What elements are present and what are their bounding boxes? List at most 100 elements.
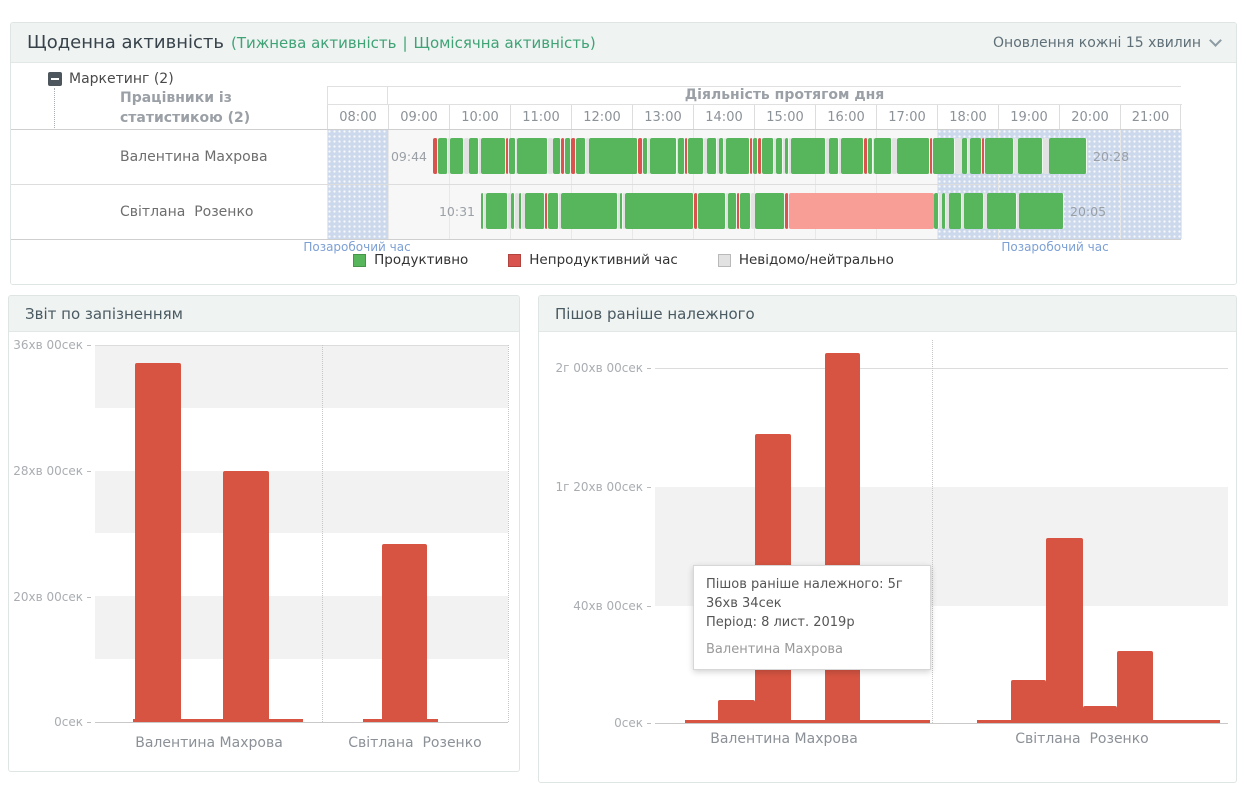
activity-bar[interactable]	[481, 193, 1064, 229]
productive-segment	[740, 193, 751, 229]
productive-segment	[841, 138, 864, 174]
y-tick-label: 1г 20хв 00сек	[539, 480, 643, 494]
chart-bar[interactable]	[1046, 538, 1083, 723]
productive-segment	[553, 138, 561, 174]
productive-segment	[438, 138, 448, 174]
chart-bar[interactable]	[718, 700, 755, 723]
productive-segment	[1019, 193, 1064, 229]
productive-segment	[469, 138, 479, 174]
employee-name: Світлана Розенко	[120, 204, 253, 220]
page-title: Щоденна активність	[27, 32, 224, 53]
productive-segment	[589, 138, 639, 174]
neutral-segment	[1043, 138, 1049, 174]
chart-bar[interactable]	[1117, 651, 1153, 723]
legend-label: Непродуктивний час	[529, 252, 678, 268]
tooltip-value: Пішов раніше належного: 5г 36хв 34сек	[706, 576, 918, 614]
hour-tick-14:00: 14:00	[693, 105, 754, 129]
chart-bar[interactable]	[223, 471, 269, 722]
chart-bar[interactable]	[135, 363, 181, 722]
hour-tick-16:00: 16:00	[815, 105, 876, 129]
clock-out-time: 20:28	[1093, 149, 1129, 164]
paren-close: )	[590, 34, 596, 52]
left-early-report-title: Пішов раніше належного	[555, 305, 755, 323]
refresh-interval-dropdown[interactable]: Оновлення кожні 15 хвилин	[993, 35, 1220, 51]
link-separator: |	[396, 34, 413, 52]
chart-bar[interactable]	[1083, 706, 1117, 723]
daily-activity-header: Щоденна активність (Тижнева активність|Щ…	[11, 23, 1236, 63]
y-tick-label: 20хв 00сек	[9, 590, 83, 604]
group-separator	[508, 345, 509, 722]
refresh-interval-label: Оновлення кожні 15 хвилин	[993, 35, 1201, 51]
group-label[interactable]: Маркетинг (2)	[69, 71, 174, 87]
weekly-activity-link[interactable]: Тижнева активність	[237, 34, 397, 52]
productive-segment	[791, 138, 826, 174]
productive-segment	[987, 193, 1017, 229]
x-axis-line	[655, 723, 1228, 724]
lateness-report-header: Звіт по запізненням	[9, 296, 519, 332]
hour-tick-18:00: 18:00	[937, 105, 998, 129]
productive-segment	[755, 193, 785, 229]
hour-tick-13:00: 13:00	[632, 105, 693, 129]
monthly-activity-link[interactable]: Щомісячна активність	[414, 34, 590, 52]
productive-segment	[726, 138, 749, 174]
productive-segment	[678, 138, 685, 174]
productive-segment	[643, 138, 648, 174]
lateness-report-title: Звіт по запізненням	[25, 305, 183, 323]
productive-segment	[762, 138, 774, 174]
chart-bar[interactable]	[1011, 680, 1046, 723]
y-tick-mark	[87, 722, 91, 723]
y-tick-mark	[647, 487, 651, 488]
productive-segment	[964, 193, 984, 229]
hour-tick-21:00: 21:00	[1120, 105, 1181, 129]
neutral-segment	[955, 138, 962, 174]
productive-segment	[698, 193, 726, 229]
productive-segment	[933, 138, 955, 174]
x-axis-line	[95, 722, 508, 723]
legend-item-u: Невідомо/нейтрально	[718, 252, 894, 268]
chart-tooltip: Пішов раніше належного: 5г 36хв 34сек Пе…	[693, 565, 931, 670]
hour-tick-08:00: 08:00	[327, 105, 388, 129]
hour-tick-17:00: 17:00	[876, 105, 937, 129]
legend-swatch-icon	[353, 254, 366, 267]
clock-in-time: 09:44	[385, 149, 427, 164]
productive-segment	[576, 138, 586, 174]
chevron-down-icon	[1209, 34, 1222, 47]
chart-bar[interactable]	[382, 544, 427, 722]
chart-top-gridline	[655, 368, 1228, 369]
group-separator	[322, 345, 323, 722]
activity-bar[interactable]	[433, 138, 1087, 174]
productive-segment	[688, 138, 704, 174]
clock-in-time: 10:31	[433, 204, 475, 219]
day-activity-header: Діяльність протягом дня	[388, 87, 1181, 103]
x-category-label: Валентина Махрова	[710, 731, 858, 747]
x-category-label: Світлана Розенко	[1015, 731, 1148, 747]
y-tick-mark	[647, 606, 651, 607]
hour-tick-20:00: 20:00	[1059, 105, 1120, 129]
productive-segment	[970, 138, 982, 174]
productive-segment	[481, 138, 506, 174]
x-category-label: Світлана Розенко	[348, 735, 481, 751]
group-separator	[932, 340, 933, 723]
y-tick-mark	[87, 597, 91, 598]
employee-name: Валентина Махрова	[120, 149, 268, 165]
hour-tick-12:00: 12:00	[571, 105, 632, 129]
hour-axis: 08:0009:0010:0011:0012:0013:0014:0015:00…	[327, 104, 1182, 129]
timeline-area: Маркетинг (2) Працівники із статистикою …	[11, 63, 1236, 285]
tooltip-period: Період: 8 лист. 2019р	[706, 614, 918, 633]
timeline-row-separator	[11, 184, 1181, 185]
productive-segment	[897, 138, 930, 174]
productive-segment	[728, 193, 737, 229]
hour-tick-19:00: 19:00	[998, 105, 1059, 129]
legend-swatch-icon	[718, 254, 731, 267]
productive-segment	[829, 138, 839, 174]
collapse-group-icon[interactable]	[48, 72, 62, 86]
hour-tick-15:00: 15:00	[754, 105, 815, 129]
chart-top-gridline	[95, 345, 508, 346]
left-early-report-header: Пішов раніше належного	[539, 296, 1236, 332]
daily-activity-panel: Щоденна активність (Тижнева активність|Щ…	[10, 22, 1237, 285]
y-tick-mark	[87, 345, 91, 346]
y-tick-label: 2г 00хв 00сек	[539, 361, 643, 375]
productive-segment	[486, 193, 508, 229]
neutral-segment	[464, 138, 469, 174]
legend-label: Невідомо/нейтрально	[739, 252, 894, 268]
